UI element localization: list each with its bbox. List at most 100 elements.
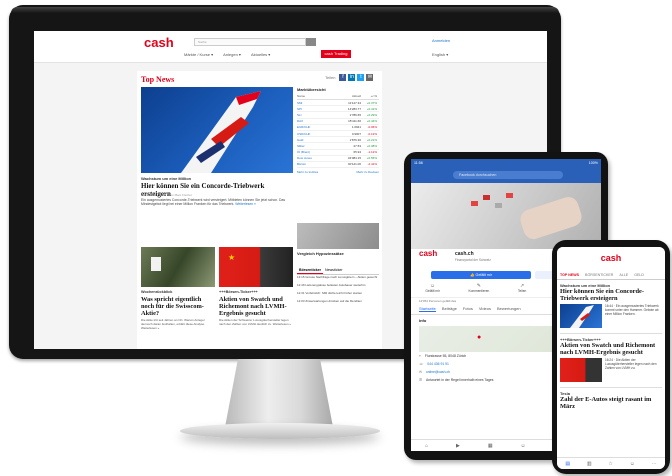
action-label: Kommentieren — [468, 289, 490, 293]
market-change: +0.44% — [366, 119, 377, 124]
user-icon[interactable]: ☺ — [630, 461, 635, 467]
action-label: Gefällt mir — [425, 289, 440, 293]
main-nav: Märkte / Kurse ▾ Anlegen ▾ Aktuelles ▾ — [184, 52, 270, 57]
battery-status: 100% — [588, 161, 598, 165]
app-logo[interactable]: cash — [557, 247, 665, 263]
article-headline[interactable]: Hier können Sie ein Concorde-Triebwerk e… — [557, 288, 665, 302]
tab-videos[interactable]: Videos — [479, 306, 491, 312]
market-name: SLI — [297, 112, 302, 117]
like-page-button[interactable]: 👍 Gefällt mir — [431, 271, 531, 279]
more-icon[interactable]: ⋯ — [652, 461, 657, 467]
monitor-base — [180, 423, 380, 439]
article-teaser[interactable]: 16:24 · Die Aktien der Luxusgüterherstel… — [557, 356, 665, 384]
twitter-icon[interactable]: t — [357, 74, 365, 81]
share-label: Teilen — [325, 75, 336, 80]
market-name: Dow Jones — [297, 156, 312, 161]
article-thumbnail — [560, 358, 602, 382]
story-headline[interactable]: Aktien von Swatch und Richemont nach LVM… — [219, 296, 293, 317]
indices-link[interactable]: Mehr zu Indizes — [297, 170, 318, 174]
story-headline[interactable]: Was spricht eigentlich noch für die Swis… — [141, 296, 215, 317]
market-links: Mehr zu Indizes Mehr zu Devisen — [297, 170, 379, 174]
story-image-swisscom[interactable] — [141, 247, 215, 287]
article-headline[interactable]: Zahl der E-Autos steigt rasant im März — [557, 396, 665, 410]
market-change: -1.12% — [367, 150, 377, 155]
login-link[interactable]: Anmelden — [432, 38, 450, 43]
status-time: 11:58 — [414, 161, 423, 165]
article-headline[interactable]: Aktien von Swatch und Richemont nach LVM… — [557, 342, 665, 356]
news-item[interactable]: 12:49 Lieferengpässe belasten Autobauer … — [297, 283, 379, 287]
col-header: Aktuell — [351, 94, 361, 98]
linkedin-icon[interactable]: in — [348, 74, 356, 81]
news-item[interactable]: 13:15 Grosse Nachfrage nach Luxusgütern … — [297, 275, 379, 279]
mail-icon: ✉ — [419, 370, 422, 374]
trading-button[interactable]: cash Trading — [321, 50, 351, 58]
market-overview: Marktübersicht Name Aktuell +/-% SMI 11'1… — [297, 87, 379, 215]
news-item[interactable]: 12:31 Vorbörslich: SMI dürfte leicht höh… — [297, 291, 379, 295]
phone-link[interactable]: 044 436 91 91 — [427, 362, 449, 366]
mail-icon[interactable]: ✉ — [366, 74, 374, 81]
market-value: 1'876.30 — [349, 137, 361, 142]
news-icon[interactable]: ▤ — [565, 461, 570, 467]
video-icon[interactable]: ▶ — [456, 443, 460, 449]
article-kicker: +++Börsen-Ticker+++ — [560, 337, 601, 342]
tab-newsticker[interactable]: Newsticker — [323, 267, 345, 274]
facebook-icon[interactable]: f — [339, 74, 347, 81]
currencies-link[interactable]: Mehr zu Devisen — [356, 170, 379, 174]
tab-top-news[interactable]: TOP NEWS — [560, 273, 579, 277]
action-like[interactable]: ☺ Gefällt mir — [425, 283, 440, 293]
status-bar: 11:58 100% — [411, 159, 601, 168]
address-text: Flurstrasse 55, 8048 Zürich — [424, 354, 467, 358]
read-more-link[interactable]: Weiterlesen » — [235, 202, 256, 206]
home-icon[interactable]: ⌂ — [425, 443, 428, 449]
tab-posts[interactable]: Beiträge — [442, 306, 457, 312]
language-select[interactable]: English ▾ — [432, 52, 448, 57]
section-title: Top News — [141, 75, 175, 84]
market-change: +0.38% — [366, 143, 377, 148]
groups-icon[interactable]: ☺ — [521, 443, 526, 449]
location-icon: ⌖ — [419, 354, 421, 358]
market-value: 65.94 — [353, 150, 361, 155]
page-name[interactable]: cash.ch — [455, 251, 474, 257]
email-link[interactable]: online@cash.ch — [426, 370, 450, 374]
page-avatar[interactable]: cash — [419, 249, 437, 258]
news-item[interactable]: 12:03 Zinserwartungen drücken auf die Re… — [297, 299, 379, 303]
phone-screen: cash TOP NEWS BÖRSENTICKER ALLE GELD Wac… — [557, 247, 665, 469]
nav-item-invest[interactable]: Anlegen ▾ — [223, 52, 241, 57]
story-teaser: Die Aktien der Schweizer Luxusgüterherst… — [219, 318, 292, 326]
star-icon[interactable]: ☆ — [608, 461, 612, 467]
teaser-title[interactable]: Vergleich Hypozinssätze — [297, 251, 379, 256]
article-kicker: Wachstum um eine Million — [560, 283, 611, 288]
tab-boersenticker[interactable]: BÖRSENTICKER — [585, 273, 613, 277]
tab-reviews[interactable]: Bewertungen — [497, 306, 521, 312]
phone-icon: ☏ — [419, 362, 424, 366]
market-change: +0.21% — [366, 137, 377, 142]
site-logo[interactable]: cash — [144, 35, 174, 50]
action-share[interactable]: ↗ Teilen — [518, 283, 526, 293]
market-name: Öl (Brent) — [297, 150, 311, 155]
market-name: DAX — [297, 119, 304, 124]
nav-item-news[interactable]: Aktuelles ▾ — [251, 52, 270, 57]
tab-boersenticker[interactable]: Börsenticker — [297, 267, 323, 274]
market-name: Silber — [297, 143, 305, 148]
marketplace-icon[interactable]: ▦ — [488, 443, 493, 449]
action-comment[interactable]: ✎ Kommentieren — [469, 283, 490, 293]
chart-icon[interactable]: ▥ — [587, 461, 592, 467]
search-input[interactable]: Facebook durchsuchen — [453, 171, 563, 179]
hero-image[interactable] — [141, 87, 293, 173]
market-rows: SMI 11'127.34 +0.37% SPI 14'283.77 +0.41% SLI 1… — [297, 100, 379, 169]
nav-item-markets[interactable]: Märkte / Kurse ▾ — [184, 52, 213, 57]
teaser-image[interactable] — [297, 223, 379, 249]
col-header: Name — [297, 94, 306, 98]
market-change: +0.37% — [366, 100, 377, 105]
tab-home[interactable]: Startseite — [419, 306, 436, 312]
market-row[interactable]: Bitcoin 40'121.00 -2.41% — [297, 162, 379, 169]
search-button[interactable] — [306, 38, 316, 46]
tab-photos[interactable]: Fotos — [463, 306, 473, 312]
tab-alle[interactable]: ALLE — [619, 273, 628, 277]
phone-bottom-nav: ▤ ▥ ☆ ☺ ⋯ — [557, 457, 665, 469]
share-bar: Teilen f in t ✉ — [325, 74, 374, 81]
story-image-flag[interactable]: ★ — [219, 247, 293, 287]
tab-geld[interactable]: GELD — [634, 273, 644, 277]
article-teaser[interactable]: 16:44 · Ein ausgemustertes Triebwerk kom… — [557, 302, 665, 330]
search-input[interactable]: Suche — [194, 38, 306, 46]
